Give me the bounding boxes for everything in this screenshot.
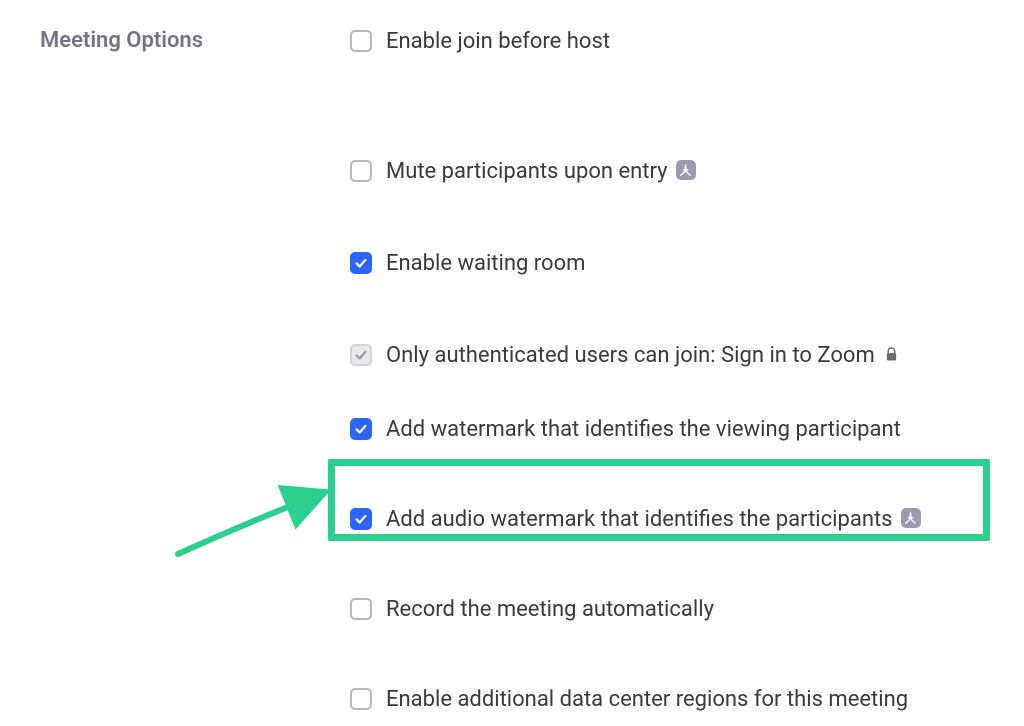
option-row: Enable waiting room xyxy=(350,246,1024,280)
option-row: Only authenticated users can join: Sign … xyxy=(350,338,1024,372)
info-icon[interactable] xyxy=(901,508,921,528)
option-row: Mute participants upon entry xyxy=(350,154,1024,188)
checkbox-waiting-room[interactable] xyxy=(350,252,372,274)
option-label: Mute participants upon entry xyxy=(386,159,668,184)
option-row: Enable additional data center regions fo… xyxy=(350,682,1024,716)
option-label: Enable additional data center regions fo… xyxy=(386,687,908,712)
section-label: Meeting Options xyxy=(40,22,350,726)
checkbox-video-watermark[interactable] xyxy=(350,418,372,440)
option-label: Add watermark that identifies the viewin… xyxy=(386,417,901,442)
option-label: Enable join before host xyxy=(386,29,610,54)
options-list: Enable join before host Mute participant… xyxy=(350,22,1024,726)
checkbox-data-center-regions[interactable] xyxy=(350,688,372,710)
checkbox-join-before-host[interactable] xyxy=(350,30,372,52)
option-label: Add audio watermark that identifies the … xyxy=(386,507,893,532)
lock-icon xyxy=(885,347,898,362)
option-label: Enable waiting room xyxy=(386,251,585,276)
info-icon[interactable] xyxy=(676,160,696,180)
option-row: Add audio watermark that identifies the … xyxy=(350,502,1024,536)
checkbox-audio-watermark[interactable] xyxy=(350,508,372,530)
option-row: Add watermark that identifies the viewin… xyxy=(350,412,1024,446)
option-row: Enable join before host xyxy=(350,24,1024,58)
option-row: Record the meeting automatically xyxy=(350,592,1024,626)
checkbox-mute-on-entry[interactable] xyxy=(350,160,372,182)
option-label: Only authenticated users can join: Sign … xyxy=(386,343,875,368)
checkbox-auto-record[interactable] xyxy=(350,598,372,620)
checkbox-authenticated-only xyxy=(350,344,372,366)
option-label: Record the meeting automatically xyxy=(386,597,714,622)
